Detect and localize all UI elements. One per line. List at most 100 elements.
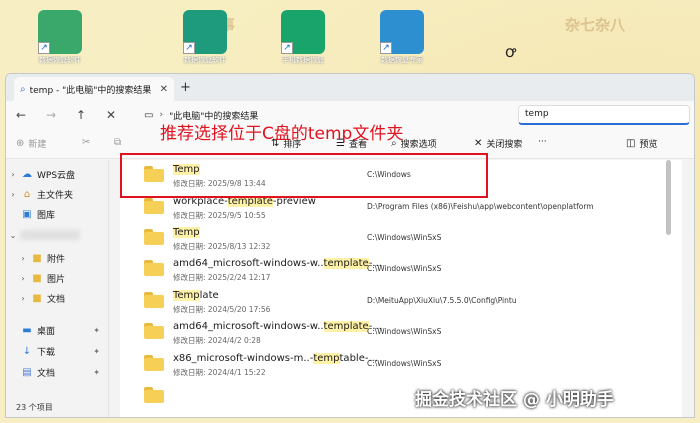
shortcut-arrow-icon: ↗ bbox=[380, 42, 392, 54]
result-name: amd64_microsoft-windows-w..template-... bbox=[173, 321, 382, 332]
forward-icon[interactable]: → bbox=[36, 108, 66, 122]
sidebar-item-label: 文档 bbox=[47, 295, 66, 305]
tab-bar: ⌕ temp - "此电脑"中的搜索结果 ✕ + bbox=[6, 74, 694, 101]
tab-label: temp - "此电脑"中的搜索结果 bbox=[29, 85, 152, 96]
result-name: Temp bbox=[173, 227, 200, 238]
folder-icon bbox=[144, 292, 164, 308]
desktop-icon-caption: 手机数据恢复 bbox=[282, 56, 324, 64]
result-row[interactable]: x86_microsoft-windows-m..-temptable-... … bbox=[120, 349, 672, 380]
result-date: 修改日期: 2024/5/20 17:56 bbox=[173, 305, 271, 314]
result-path: D:\MeituApp\XiuXiu\7.5.5.0\Config\Pintu bbox=[367, 296, 517, 305]
result-path: D:\Program Files (x86)\Feishu\app\webcon… bbox=[367, 202, 594, 211]
result-row[interactable]: amd64_microsoft-windows-w..template-... … bbox=[120, 317, 672, 348]
sidebar-item-pictures[interactable]: › ■ 图片 bbox=[6, 272, 108, 285]
copy-icon: ⧉ bbox=[114, 137, 122, 148]
watermark: 掘金技术社区 @ 小明助手 bbox=[415, 390, 614, 410]
back-icon[interactable]: ← bbox=[6, 108, 36, 122]
sidebar-item-desktop[interactable]: ▬ 桌面 ✦ bbox=[6, 324, 108, 337]
app-icon: ↗ bbox=[281, 10, 325, 54]
close-search-label: 关闭搜索 bbox=[486, 140, 523, 150]
up-icon[interactable]: ↑ bbox=[66, 108, 96, 122]
sidebar-item-home[interactable]: › ⌂ 主文件夹 bbox=[6, 188, 108, 201]
sidebar-item-downloads[interactable]: ↓ 下载 ✦ bbox=[6, 345, 108, 358]
shortcut-arrow-icon: ↗ bbox=[281, 42, 293, 54]
result-path: C:\Windows\WinSxS bbox=[367, 359, 442, 368]
result-date: 修改日期: 2024/4/1 15:22 bbox=[173, 368, 266, 377]
sidebar-item-label: 图库 bbox=[37, 211, 56, 221]
tab-search-results[interactable]: ⌕ temp - "此电脑"中的搜索结果 ✕ bbox=[14, 77, 174, 101]
desktop-deco-right: 杂七杂八 bbox=[565, 16, 626, 34]
folder-icon bbox=[144, 229, 164, 245]
folder-icon bbox=[144, 387, 164, 403]
annotation-text: 推荐选择位于C盘的temp文件夹 bbox=[160, 124, 404, 144]
desktop-icon-3[interactable]: ↗ 手机数据恢复 bbox=[273, 0, 333, 74]
new-button[interactable]: ⊕ 新建 bbox=[16, 137, 46, 150]
cloud-icon: ☁ bbox=[22, 169, 32, 180]
chevron-right-icon[interactable]: › bbox=[16, 254, 30, 263]
result-date: 修改日期: 2024/4/2 0:28 bbox=[173, 336, 261, 345]
close-icon[interactable]: ✕ bbox=[160, 84, 168, 95]
shortcut-arrow-icon: ↗ bbox=[38, 42, 50, 54]
annotation-highlight-box bbox=[120, 153, 488, 198]
folder-icon: ■ bbox=[32, 293, 42, 304]
desktop-icon-caption: 数据恢复软件 bbox=[39, 56, 81, 64]
close-address-icon[interactable]: ✕ bbox=[96, 108, 126, 122]
copy-button[interactable]: ⧉ bbox=[114, 137, 125, 148]
more-button[interactable]: ··· bbox=[538, 137, 547, 147]
sidebar-item-attachments[interactable]: › ■ 附件 bbox=[6, 252, 108, 265]
status-bar-count: 23 个项目 bbox=[16, 403, 53, 412]
chevron-down-icon[interactable]: ⌄ bbox=[6, 231, 20, 240]
result-date: 修改日期: 2025/2/24 12:17 bbox=[173, 273, 271, 282]
desktop-icon-2[interactable]: ↗ 数据恢复软件 bbox=[175, 0, 235, 74]
result-name: Template bbox=[173, 290, 219, 301]
navigation-pane: › ☁ WPS云盘 › ⌂ 主文件夹 ▣ 图库 ⌄ › ■ 附件 › ■ 图片 bbox=[6, 160, 109, 417]
desktop-icon-1[interactable]: ↗ 数据恢复软件 bbox=[30, 0, 90, 74]
chevron-right-icon[interactable]: › bbox=[16, 294, 30, 303]
search-icon: ⌕ bbox=[20, 83, 26, 95]
match-highlight: template bbox=[323, 258, 369, 269]
result-path: C:\Windows\WinSxS bbox=[367, 327, 442, 336]
add-tab-icon[interactable]: + bbox=[180, 80, 191, 95]
app-icon: ↗ bbox=[38, 10, 82, 54]
close-icon: ✕ bbox=[474, 138, 483, 149]
result-row[interactable]: Temp 修改日期: 2025/8/13 12:32 C:\Windows\Wi… bbox=[120, 223, 672, 254]
match-highlight: Temp bbox=[173, 290, 200, 301]
sidebar-item-label: 文档 bbox=[37, 369, 56, 379]
home-icon: ⌂ bbox=[23, 189, 31, 200]
result-date: 修改日期: 2025/8/13 12:32 bbox=[173, 242, 271, 251]
search-input[interactable]: temp bbox=[518, 105, 690, 125]
pin-icon[interactable]: ✦ bbox=[93, 326, 100, 335]
desktop-icon-4[interactable]: ↗ 数据恢复专家 bbox=[372, 0, 432, 74]
sidebar-item-wps-cloud[interactable]: › ☁ WPS云盘 bbox=[6, 168, 108, 181]
plus-circle-icon: ⊕ bbox=[16, 138, 25, 149]
blurred-label bbox=[20, 230, 80, 240]
result-row[interactable]: Template 修改日期: 2024/5/20 17:56 D:\MeituA… bbox=[120, 286, 672, 317]
folder-icon bbox=[144, 355, 164, 371]
preview-button[interactable]: ◫ 预览 bbox=[626, 137, 657, 150]
chevron-right-icon[interactable]: › bbox=[6, 190, 20, 199]
pin-icon[interactable]: ✦ bbox=[93, 368, 100, 377]
preview-pane-icon: ◫ bbox=[626, 138, 636, 149]
result-row[interactable]: amd64_microsoft-windows-w..template-... … bbox=[120, 254, 672, 285]
cut-icon: ✂ bbox=[82, 137, 91, 148]
sidebar-item-gallery[interactable]: ▣ 图库 bbox=[6, 208, 108, 221]
sidebar-item-label: 附件 bbox=[47, 255, 66, 265]
results-scrollbar[interactable] bbox=[666, 160, 671, 235]
search-results-list: Temp 修改日期: 2025/9/8 13:44 C:\Windows wor… bbox=[120, 160, 682, 417]
match-highlight: template bbox=[323, 321, 369, 332]
monitor-icon: ▭ bbox=[144, 109, 154, 121]
sidebar-item-label: WPS云盘 bbox=[37, 171, 76, 181]
chevron-right-icon[interactable]: › bbox=[6, 170, 20, 179]
sidebar-item-documents[interactable]: ▤ 文档 ✦ bbox=[6, 366, 108, 379]
folder-icon: ■ bbox=[32, 273, 42, 284]
cut-button[interactable]: ✂ bbox=[82, 137, 94, 148]
document-icon: ▤ bbox=[22, 367, 32, 378]
sidebar-item-documents-folder[interactable]: › ■ 文档 bbox=[6, 292, 108, 305]
folder-icon: ■ bbox=[32, 253, 42, 264]
desktop-icon-caption: 数据恢复专家 bbox=[381, 56, 423, 64]
sidebar-item-blurred-user[interactable]: ⌄ bbox=[6, 230, 108, 240]
pin-icon[interactable]: ✦ bbox=[93, 347, 100, 356]
app-icon: ↗ bbox=[380, 10, 424, 54]
close-search-button[interactable]: ✕ 关闭搜索 bbox=[474, 137, 522, 150]
chevron-right-icon[interactable]: › bbox=[16, 274, 30, 283]
